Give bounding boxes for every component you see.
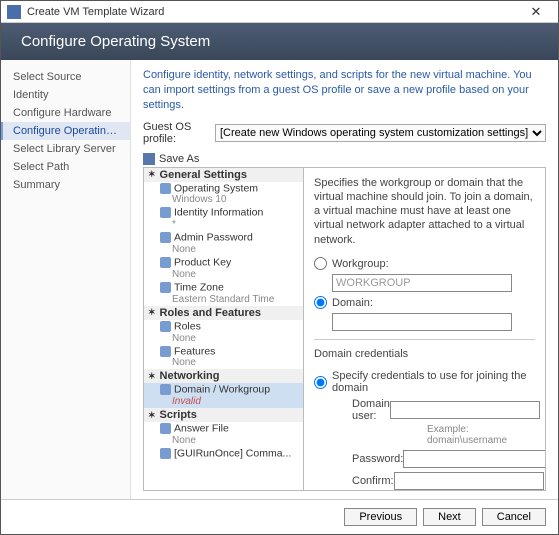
password-input[interactable] bbox=[403, 450, 545, 468]
clock-icon bbox=[160, 282, 171, 293]
nav-select-path[interactable]: Select Path bbox=[1, 158, 130, 176]
body: Select Source Identity Configure Hardwar… bbox=[1, 60, 558, 499]
detail-description: Specifies the workgroup or domain that t… bbox=[314, 176, 535, 247]
titlebar: Create VM Template Wizard ✕ bbox=[1, 1, 558, 23]
nav-configure-hardware[interactable]: Configure Hardware bbox=[1, 104, 130, 122]
features-icon bbox=[160, 346, 171, 357]
guest-profile-label: Guest OS profile: bbox=[143, 121, 209, 145]
identity-icon bbox=[160, 207, 171, 218]
nav-identity[interactable]: Identity bbox=[1, 86, 130, 104]
roles-icon bbox=[160, 321, 171, 332]
node-admin-pw[interactable]: Admin Password None bbox=[144, 231, 303, 256]
node-gui-runonce[interactable]: [GUIRunOnce] Comma... bbox=[144, 447, 303, 461]
domain-user-input[interactable] bbox=[390, 401, 540, 419]
node-domain-workgroup[interactable]: Domain / Workgroup Invalid bbox=[144, 383, 303, 408]
script-icon bbox=[160, 448, 171, 459]
next-button[interactable]: Next bbox=[423, 508, 476, 526]
key-icon bbox=[160, 257, 171, 268]
nav-configure-os[interactable]: Configure Operating... bbox=[1, 122, 130, 140]
password-icon bbox=[160, 232, 171, 243]
settings-tree: General Settings Operating System Window… bbox=[144, 168, 304, 490]
nav-summary[interactable]: Summary bbox=[1, 176, 130, 194]
previous-button[interactable]: Previous bbox=[344, 508, 417, 526]
workgroup-input bbox=[332, 274, 512, 292]
nav-select-source[interactable]: Select Source bbox=[1, 68, 130, 86]
group-scripts[interactable]: Scripts bbox=[144, 408, 303, 422]
node-answer-file[interactable]: Answer File None bbox=[144, 422, 303, 447]
credentials-header: Domain credentials bbox=[314, 348, 535, 360]
detail-panel: Specifies the workgroup or domain that t… bbox=[304, 168, 545, 490]
file-icon bbox=[160, 423, 171, 434]
confirm-input[interactable] bbox=[394, 472, 544, 490]
banner: Configure Operating System bbox=[1, 23, 558, 60]
group-general[interactable]: General Settings bbox=[144, 168, 303, 182]
specify-creds-option[interactable]: Specify credentials to use for joining t… bbox=[314, 370, 535, 394]
workgroup-option[interactable]: Workgroup: bbox=[314, 257, 535, 270]
specify-creds-radio[interactable] bbox=[314, 376, 327, 389]
main-panel: Configure identity, network settings, an… bbox=[131, 60, 558, 499]
banner-title: Configure Operating System bbox=[21, 33, 210, 50]
window: Create VM Template Wizard ✕ Configure Op… bbox=[0, 0, 559, 535]
domain-option[interactable]: Domain: bbox=[314, 296, 535, 309]
app-icon bbox=[7, 5, 21, 19]
node-identity[interactable]: Identity Information * bbox=[144, 206, 303, 231]
cancel-button[interactable]: Cancel bbox=[482, 508, 546, 526]
nav-select-library[interactable]: Select Library Server bbox=[1, 140, 130, 158]
node-roles[interactable]: Roles None bbox=[144, 320, 303, 345]
network-icon bbox=[160, 384, 171, 395]
footer: Previous Next Cancel bbox=[1, 499, 558, 534]
node-os[interactable]: Operating System Windows 10 bbox=[144, 182, 303, 207]
intro-text: Configure identity, network settings, an… bbox=[143, 68, 546, 113]
node-product-key[interactable]: Product Key None bbox=[144, 256, 303, 281]
node-timezone[interactable]: Time Zone Eastern Standard Time bbox=[144, 281, 303, 306]
guest-profile-row: Guest OS profile: [Create new Windows op… bbox=[143, 121, 546, 145]
content-panes: General Settings Operating System Window… bbox=[143, 167, 546, 491]
workgroup-radio[interactable] bbox=[314, 257, 327, 270]
wizard-nav: Select Source Identity Configure Hardwar… bbox=[1, 60, 131, 499]
close-icon[interactable]: ✕ bbox=[520, 4, 552, 20]
os-icon bbox=[160, 183, 171, 194]
domain-input[interactable] bbox=[332, 313, 512, 331]
domain-user-example: Example: domain\username bbox=[427, 424, 535, 446]
group-roles[interactable]: Roles and Features bbox=[144, 306, 303, 320]
node-features[interactable]: Features None bbox=[144, 345, 303, 370]
save-icon bbox=[143, 153, 155, 165]
window-title: Create VM Template Wizard bbox=[27, 6, 520, 18]
group-networking[interactable]: Networking bbox=[144, 369, 303, 383]
save-as-button[interactable]: Save As bbox=[143, 153, 546, 165]
guest-profile-select[interactable]: [Create new Windows operating system cus… bbox=[215, 124, 546, 142]
domain-radio[interactable] bbox=[314, 296, 327, 309]
